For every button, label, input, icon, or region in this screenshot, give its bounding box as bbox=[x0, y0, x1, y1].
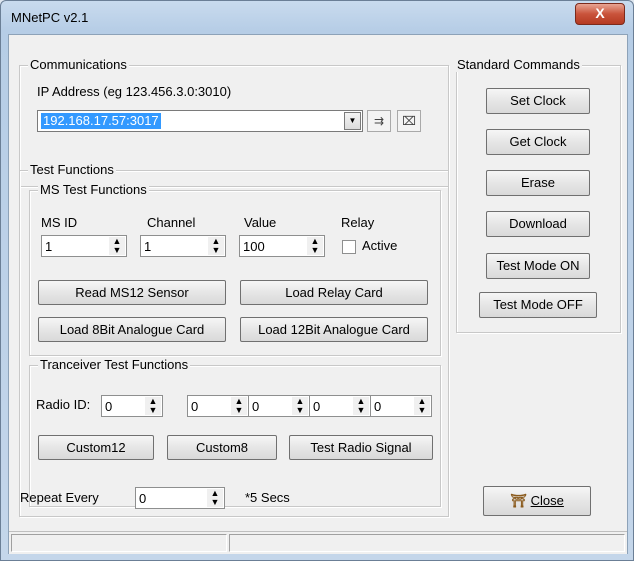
client-area: Communications IP Address (eg 123.456.3.… bbox=[8, 34, 628, 554]
set-clock-button[interactable]: Set Clock bbox=[486, 88, 590, 114]
window-title: MNetPC v2.1 bbox=[11, 10, 89, 25]
download-button[interactable]: Download bbox=[486, 211, 590, 237]
channel-label: Channel bbox=[147, 215, 196, 230]
radio-id-value: 0 bbox=[191, 399, 199, 414]
radio-id-spinner-4[interactable]: 0 ▲ ▼ bbox=[309, 395, 371, 417]
value-spinner[interactable]: 100 ▲ ▼ bbox=[239, 235, 325, 257]
custom8-button[interactable]: Custom8 bbox=[167, 435, 277, 460]
spinner-arrows-icon[interactable]: ▲ ▼ bbox=[307, 237, 323, 255]
close-button-label: Close bbox=[530, 493, 564, 508]
title-bar[interactable]: MNetPC v2.1 X bbox=[1, 1, 633, 34]
tranceiver-test-functions-legend: Tranceiver Test Functions bbox=[38, 357, 191, 372]
status-bar-panel-1 bbox=[11, 534, 227, 552]
disconnect-icon[interactable]: ⌧ bbox=[397, 110, 421, 132]
test-radio-signal-button[interactable]: Test Radio Signal bbox=[289, 435, 433, 460]
radio-id-spinner-3[interactable]: 0 ▲ ▼ bbox=[248, 395, 310, 417]
radio-id-value: 0 bbox=[374, 399, 382, 414]
channel-spinner[interactable]: 1 ▲ ▼ bbox=[140, 235, 226, 257]
read-ms12-sensor-button[interactable]: Read MS12 Sensor bbox=[38, 280, 226, 305]
spinner-arrows-icon[interactable]: ▲ ▼ bbox=[145, 397, 161, 415]
radio-id-spinner-1[interactable]: 0 ▲ ▼ bbox=[101, 395, 163, 417]
ms-id-label: MS ID bbox=[41, 215, 78, 230]
spinner-arrows-icon[interactable]: ▲ ▼ bbox=[207, 489, 223, 507]
communications-legend: Communications bbox=[28, 57, 129, 72]
spinner-arrows-icon[interactable]: ▲ ▼ bbox=[109, 237, 125, 255]
active-checkbox[interactable] bbox=[342, 240, 356, 254]
radio-id-value: 0 bbox=[313, 399, 321, 414]
spinner-arrows-icon[interactable]: ▲ ▼ bbox=[208, 237, 224, 255]
active-label[interactable]: Active bbox=[362, 238, 397, 253]
channel-value: 1 bbox=[144, 239, 152, 254]
ms-test-functions-legend: MS Test Functions bbox=[38, 182, 149, 197]
test-mode-on-button[interactable]: Test Mode ON bbox=[486, 253, 590, 279]
close-button[interactable]: ⛩ Close bbox=[483, 486, 591, 516]
get-clock-button[interactable]: Get Clock bbox=[486, 129, 590, 155]
spinner-arrows-icon[interactable]: ▲ ▼ bbox=[292, 397, 308, 415]
repeat-every-value: 0 bbox=[139, 491, 147, 506]
ip-address-value: 192.168.17.57:3017 bbox=[41, 113, 161, 129]
app-window: MNetPC v2.1 X Communications IP Address … bbox=[0, 0, 634, 561]
spinner-arrows-icon[interactable]: ▲ ▼ bbox=[231, 397, 247, 415]
repeat-suffix-label: *5 Secs bbox=[245, 490, 290, 505]
window-close-button[interactable]: X bbox=[575, 3, 625, 25]
test-mode-off-button[interactable]: Test Mode OFF bbox=[479, 292, 597, 318]
ms-id-spinner[interactable]: 1 ▲ ▼ bbox=[41, 235, 127, 257]
connect-icon[interactable]: ⇉ bbox=[367, 110, 391, 132]
status-bar-panel-2 bbox=[229, 534, 625, 552]
test-functions-legend: Test Functions bbox=[28, 162, 116, 177]
load-12bit-analogue-card-button[interactable]: Load 12Bit Analogue Card bbox=[240, 317, 428, 342]
ms-id-value: 1 bbox=[45, 239, 53, 254]
radio-id-value: 0 bbox=[252, 399, 260, 414]
custom12-button[interactable]: Custom12 bbox=[38, 435, 154, 460]
load-8bit-analogue-card-button[interactable]: Load 8Bit Analogue Card bbox=[38, 317, 226, 342]
relay-label: Relay bbox=[341, 215, 375, 230]
standard-commands-legend: Standard Commands bbox=[455, 57, 582, 72]
value-value: 100 bbox=[243, 239, 265, 254]
repeat-every-label: Repeat Every bbox=[20, 490, 99, 505]
chevron-down-icon[interactable]: ▼ bbox=[344, 112, 361, 130]
ip-address-combobox[interactable]: 192.168.17.57:3017 ▼ bbox=[37, 110, 363, 132]
radio-id-value: 0 bbox=[105, 399, 113, 414]
radio-id-label: Radio ID: bbox=[36, 397, 91, 412]
load-relay-card-button[interactable]: Load Relay Card bbox=[240, 280, 428, 305]
status-bar bbox=[9, 531, 627, 554]
value-label: Value bbox=[244, 215, 277, 230]
erase-button[interactable]: Erase bbox=[486, 170, 590, 196]
repeat-every-spinner[interactable]: 0 ▲ ▼ bbox=[135, 487, 225, 509]
radio-id-spinner-2[interactable]: 0 ▲ ▼ bbox=[187, 395, 249, 417]
door-exit-icon: ⛩ bbox=[510, 493, 527, 508]
radio-id-spinner-5[interactable]: 0 ▲ ▼ bbox=[370, 395, 432, 417]
ip-address-label: IP Address (eg 123.456.3.0:3010) bbox=[37, 84, 232, 99]
spinner-arrows-icon[interactable]: ▲ ▼ bbox=[414, 397, 430, 415]
spinner-arrows-icon[interactable]: ▲ ▼ bbox=[353, 397, 369, 415]
